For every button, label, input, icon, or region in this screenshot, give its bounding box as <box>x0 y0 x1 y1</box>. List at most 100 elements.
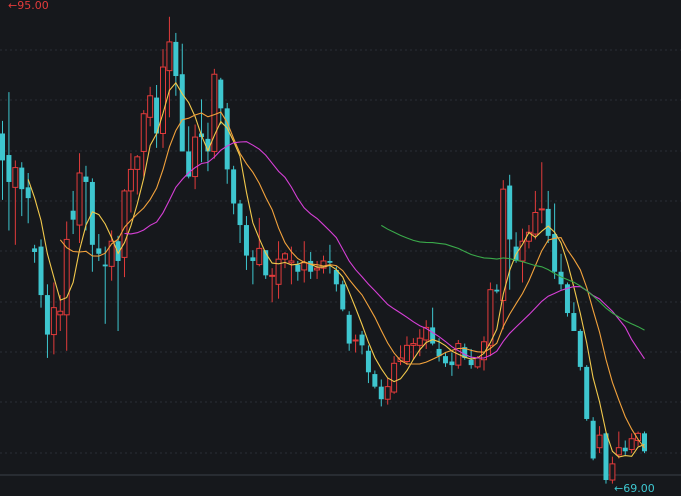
candle-body <box>96 248 102 254</box>
candle <box>275 241 282 299</box>
candle-body <box>192 136 199 178</box>
candle <box>391 356 398 394</box>
candle-body <box>269 274 276 277</box>
candle <box>192 124 199 190</box>
candle-body <box>25 187 31 199</box>
candle-body <box>468 359 474 366</box>
candle-body <box>76 172 83 226</box>
candle-body <box>642 433 647 452</box>
candle <box>532 190 539 240</box>
candle-body <box>410 343 417 346</box>
moving-average-lines <box>27 81 645 458</box>
candle <box>218 77 224 125</box>
candle-body <box>359 334 365 346</box>
high-price-label: ←95.00 <box>8 0 49 12</box>
candle-body <box>281 253 288 260</box>
candle-body <box>474 357 481 368</box>
candle-body <box>70 210 76 220</box>
candle <box>538 162 545 224</box>
candle <box>590 417 596 461</box>
candle-body <box>19 167 25 190</box>
candle <box>269 268 276 303</box>
candle-body <box>83 176 89 182</box>
candle-body <box>372 374 378 387</box>
candle-body <box>288 260 295 264</box>
candle-body <box>38 246 44 296</box>
candle-body <box>577 330 583 367</box>
candle <box>70 190 76 235</box>
candle <box>102 246 108 324</box>
candle <box>552 203 558 279</box>
candle <box>6 92 12 231</box>
candle-body <box>571 313 577 331</box>
candle-body <box>44 295 50 335</box>
candle-body <box>352 339 359 342</box>
candle <box>12 160 19 245</box>
candle-body <box>295 264 301 272</box>
candle-body <box>346 314 352 344</box>
candle-body <box>622 447 628 452</box>
candle <box>38 239 44 308</box>
candle-body <box>596 434 603 449</box>
candle-body <box>173 41 179 77</box>
candle <box>50 282 57 355</box>
candle <box>134 155 141 195</box>
candle <box>320 255 327 274</box>
candle <box>449 352 455 376</box>
candle <box>500 180 507 330</box>
candle <box>154 85 160 148</box>
candle <box>63 221 70 351</box>
candle-body <box>507 185 513 240</box>
candles <box>0 16 647 484</box>
candle-body <box>0 133 5 161</box>
candle-body <box>57 310 64 316</box>
ma-line-5 <box>27 81 645 458</box>
candle-body <box>403 344 410 363</box>
candle <box>494 284 500 294</box>
candle-body <box>391 362 398 393</box>
candle <box>442 352 448 367</box>
candle <box>237 199 243 244</box>
candle <box>596 426 603 454</box>
candle <box>314 260 321 279</box>
candle-body <box>384 386 391 400</box>
ma-line-20 <box>124 141 645 360</box>
candle-body <box>243 225 249 256</box>
candle <box>243 216 249 270</box>
candle-body <box>231 169 237 204</box>
candle-body <box>166 41 173 72</box>
candle <box>231 165 237 215</box>
candle-body <box>545 208 551 236</box>
candle-body <box>365 350 371 373</box>
candle-body <box>340 284 346 310</box>
candle-body <box>449 361 455 366</box>
candle-body <box>552 234 558 272</box>
candle-body <box>538 208 545 211</box>
candle-body <box>327 260 333 263</box>
candle-body <box>494 289 500 292</box>
candle-body <box>378 386 384 400</box>
candle-body <box>224 108 230 170</box>
candle <box>642 431 647 454</box>
candle-body <box>487 289 494 346</box>
candle-body <box>615 447 622 456</box>
candle <box>519 228 526 283</box>
candle <box>340 280 346 312</box>
candle <box>628 433 635 454</box>
candle <box>160 49 166 148</box>
candle <box>365 345 371 384</box>
candle <box>603 431 609 484</box>
candle-body <box>584 366 590 419</box>
candle <box>571 302 577 331</box>
candle-body <box>127 168 134 192</box>
candle <box>96 234 102 261</box>
candle <box>0 120 5 200</box>
candle-body <box>256 247 263 266</box>
candle-body <box>500 188 507 301</box>
candle-body <box>102 264 108 267</box>
candle <box>224 102 230 184</box>
candle-body <box>50 307 57 336</box>
candle <box>372 370 378 389</box>
candle-body <box>532 211 539 235</box>
grid-lines <box>0 49 681 454</box>
